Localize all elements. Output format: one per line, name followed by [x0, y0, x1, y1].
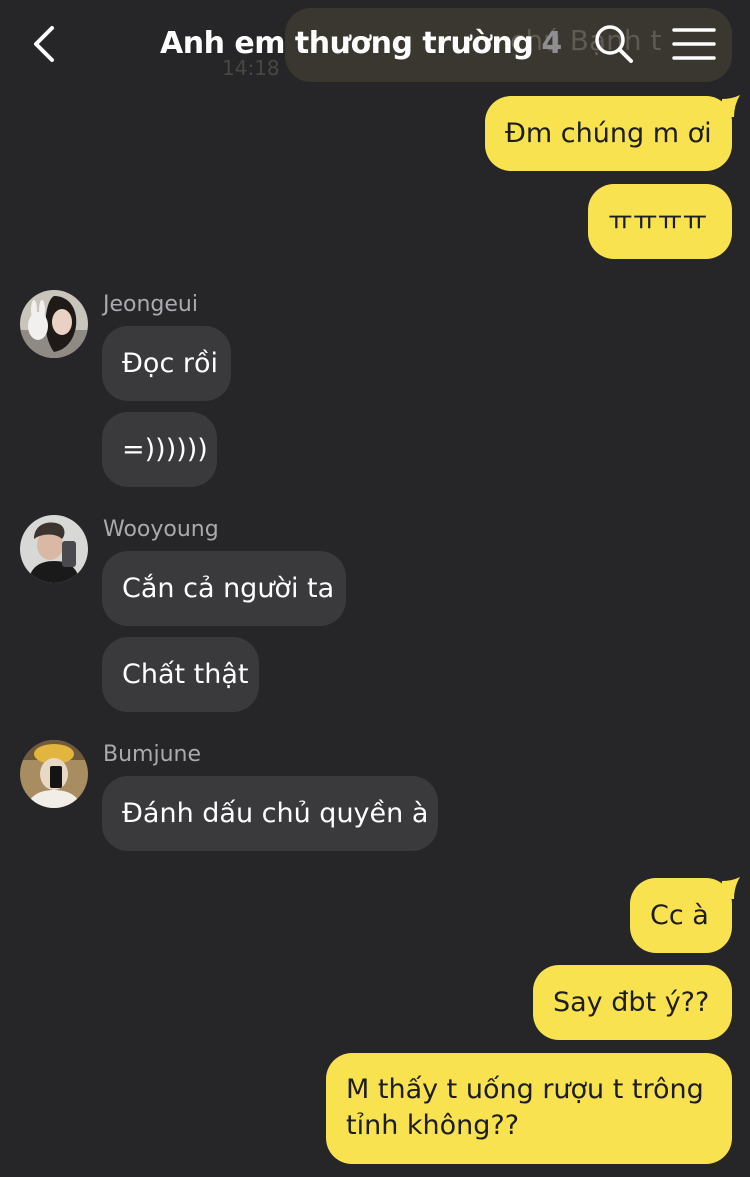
chevron-left-icon [34, 26, 54, 62]
outgoing-message[interactable]: Cc à [630, 878, 732, 953]
incoming-message[interactable]: Đánh dấu chủ quyền à [102, 776, 438, 851]
message-text: ㅠㅠㅠㅠ [608, 205, 708, 237]
incoming-message[interactable]: Đọc rồi [102, 326, 231, 401]
search-icon [595, 25, 633, 63]
bubble-tail [722, 95, 740, 117]
sender-name: Jeongeui [103, 292, 198, 317]
member-count: 4 [541, 26, 562, 61]
message-text: Cc à [650, 899, 709, 931]
message-text: Đm chúng m ơi [505, 117, 712, 149]
avatar[interactable] [20, 740, 88, 808]
profile-photo-icon [20, 515, 88, 583]
message-text: Cắn cả người ta [122, 572, 335, 604]
message-text: Đọc rồi [122, 347, 218, 379]
message-text: M thấy t uống rượu t trông tỉnh không?? [346, 1074, 704, 1141]
outgoing-message[interactable]: Đm chúng m ơi [485, 96, 732, 171]
sender-name: Wooyoung [103, 517, 219, 542]
sender-name: Bumjune [103, 742, 202, 767]
message-text: Chất thật [122, 658, 249, 690]
outgoing-message[interactable]: M thấy t uống rượu t trông tỉnh không?? [326, 1053, 732, 1164]
profile-photo-icon [20, 290, 88, 358]
incoming-message[interactable]: Cắn cả người ta [102, 551, 346, 626]
message-text: Đánh dấu chủ quyền à [122, 797, 429, 829]
profile-photo-icon [20, 740, 88, 808]
chat-name: Anh em thương trường [160, 26, 534, 61]
search-button[interactable] [592, 22, 636, 66]
incoming-message[interactable]: =)))))) [102, 412, 217, 487]
chat-title[interactable]: Anh em thương trường 4 [160, 22, 562, 66]
incoming-message[interactable]: Chất thật [102, 637, 259, 712]
avatar[interactable] [20, 515, 88, 583]
menu-button[interactable] [672, 24, 716, 64]
hamburger-menu-icon [672, 28, 716, 60]
outgoing-message[interactable]: ㅠㅠㅠㅠ [588, 184, 732, 259]
outgoing-message[interactable]: Say đbt ý?? [533, 965, 732, 1040]
message-text: =)))))) [122, 433, 208, 465]
message-text: Say đbt ý?? [553, 986, 710, 1018]
avatar[interactable] [20, 290, 88, 358]
back-button[interactable] [22, 22, 66, 66]
bubble-tail [722, 877, 740, 899]
